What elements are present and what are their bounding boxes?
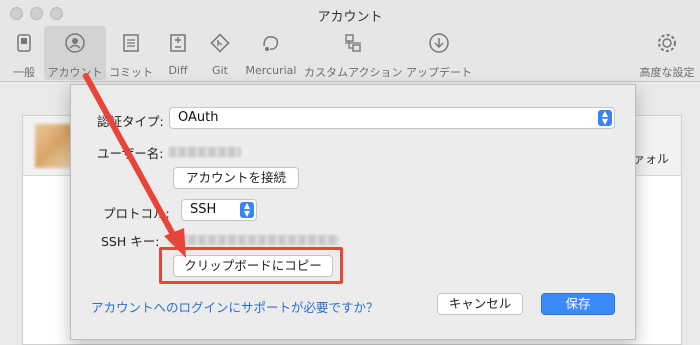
login-help-link[interactable]: アカウントへのログインにサポートが必要ですか？ — [91, 297, 379, 316]
tab-git[interactable]: Git — [202, 26, 238, 80]
tab-diff[interactable]: Diff — [160, 26, 196, 80]
tab-commit[interactable]: コミット — [108, 26, 154, 80]
tab-label: カスタムアクション — [304, 66, 403, 79]
tab-label: 一般 — [13, 66, 35, 79]
tab-label: Mercurial — [245, 64, 297, 77]
auth-type-select[interactable]: OAuth ▲ ▼ — [169, 107, 615, 129]
auth-type-label: 認証タイプ: — [97, 114, 164, 129]
ssh-key-value-redacted — [169, 235, 339, 245]
tab-label: アカウント — [47, 66, 103, 79]
connect-account-button[interactable]: アカウントを接続 — [173, 167, 299, 189]
cancel-button[interactable]: キャンセル — [437, 293, 523, 315]
account-settings-sheet: 認証タイプ: OAuth ▲ ▼ ユーザー名: アカウントを接続 プロトコル: S… — [70, 84, 636, 340]
update-icon — [429, 33, 449, 53]
tab-custom-actions[interactable]: カスタムアクション — [304, 26, 402, 80]
tab-mercurial[interactable]: Mercurial — [242, 26, 300, 80]
tab-label: コミット — [109, 66, 153, 79]
document-icon — [123, 34, 139, 52]
tab-general[interactable]: 一般 — [4, 26, 44, 80]
preferences-toolbar: 一般 アカウント コミット Diff Git Mercurial カスタムアクシ… — [0, 24, 700, 82]
switch-icon — [17, 34, 31, 52]
account-column-text: ァォル — [632, 152, 669, 166]
tab-update[interactable]: アップデート — [404, 26, 474, 80]
ssh-key-label: SSH キー: — [101, 234, 160, 249]
window-title: アカウント — [317, 10, 383, 25]
tab-advanced[interactable]: 高度な設定 — [636, 26, 698, 80]
tab-label: 高度な設定 — [639, 66, 695, 79]
avatar — [35, 124, 73, 168]
gear-icon — [658, 34, 676, 52]
diff-icon — [170, 34, 186, 52]
chevron-updown-icon: ▲ ▼ — [598, 110, 612, 126]
annotation-highlight-box — [159, 247, 343, 284]
custom-action-icon — [345, 34, 361, 52]
tab-label: Diff — [168, 64, 188, 77]
tab-accounts[interactable]: アカウント — [44, 26, 106, 80]
save-button[interactable]: 保存 — [541, 293, 615, 315]
protocol-select[interactable]: SSH ▲ ▼ — [181, 199, 257, 221]
mercurial-icon — [263, 36, 279, 51]
protocol-label: プロトコル: — [103, 206, 170, 221]
tab-label: Git — [212, 64, 228, 77]
username-value-redacted — [169, 147, 241, 157]
tab-label: アップデート — [406, 66, 472, 79]
protocol-value: SSH — [190, 202, 217, 217]
auth-type-value: OAuth — [178, 110, 219, 125]
git-icon — [210, 33, 230, 53]
username-label: ユーザー名: — [97, 146, 164, 161]
account-icon — [65, 33, 85, 53]
chevron-updown-icon: ▲ ▼ — [240, 202, 254, 218]
